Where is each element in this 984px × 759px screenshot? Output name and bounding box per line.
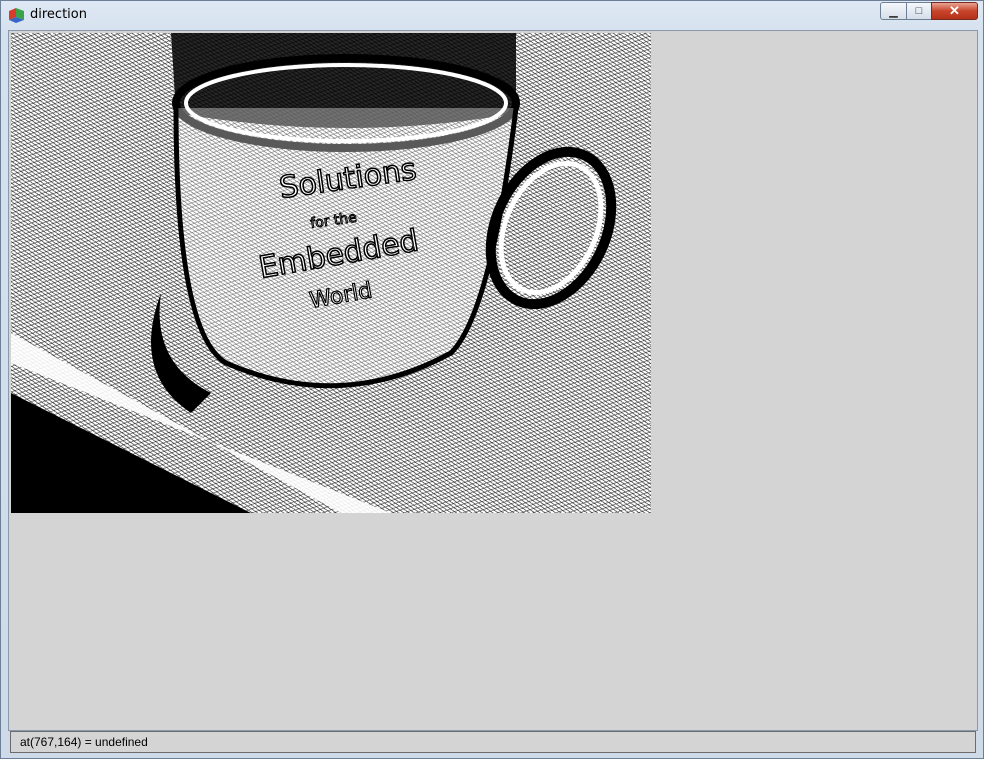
maximize-icon: □: [915, 5, 923, 17]
title-bar[interactable]: direction ▁ □ ✕: [1, 1, 983, 31]
gtk-icon: [9, 8, 24, 23]
status-text: at(767,164) = undefined: [20, 735, 148, 749]
close-icon: ✕: [949, 3, 960, 18]
image-display[interactable]: Solutions for the Embedded World: [11, 33, 651, 513]
minimize-icon: ▁: [889, 5, 898, 18]
maximize-button[interactable]: □: [906, 2, 932, 20]
mug-image-graphic: Solutions for the Embedded World: [11, 33, 617, 513]
window-title: direction: [30, 7, 87, 22]
status-bar: at(767,164) = undefined: [10, 731, 976, 753]
caption-buttons: ▁ □ ✕: [880, 2, 978, 22]
client-area: Solutions for the Embedded World: [8, 30, 978, 731]
app-window: direction ▁ □ ✕ Solutions for the Embedd…: [0, 0, 984, 759]
close-button[interactable]: ✕: [931, 2, 978, 20]
minimize-button[interactable]: ▁: [880, 2, 907, 20]
